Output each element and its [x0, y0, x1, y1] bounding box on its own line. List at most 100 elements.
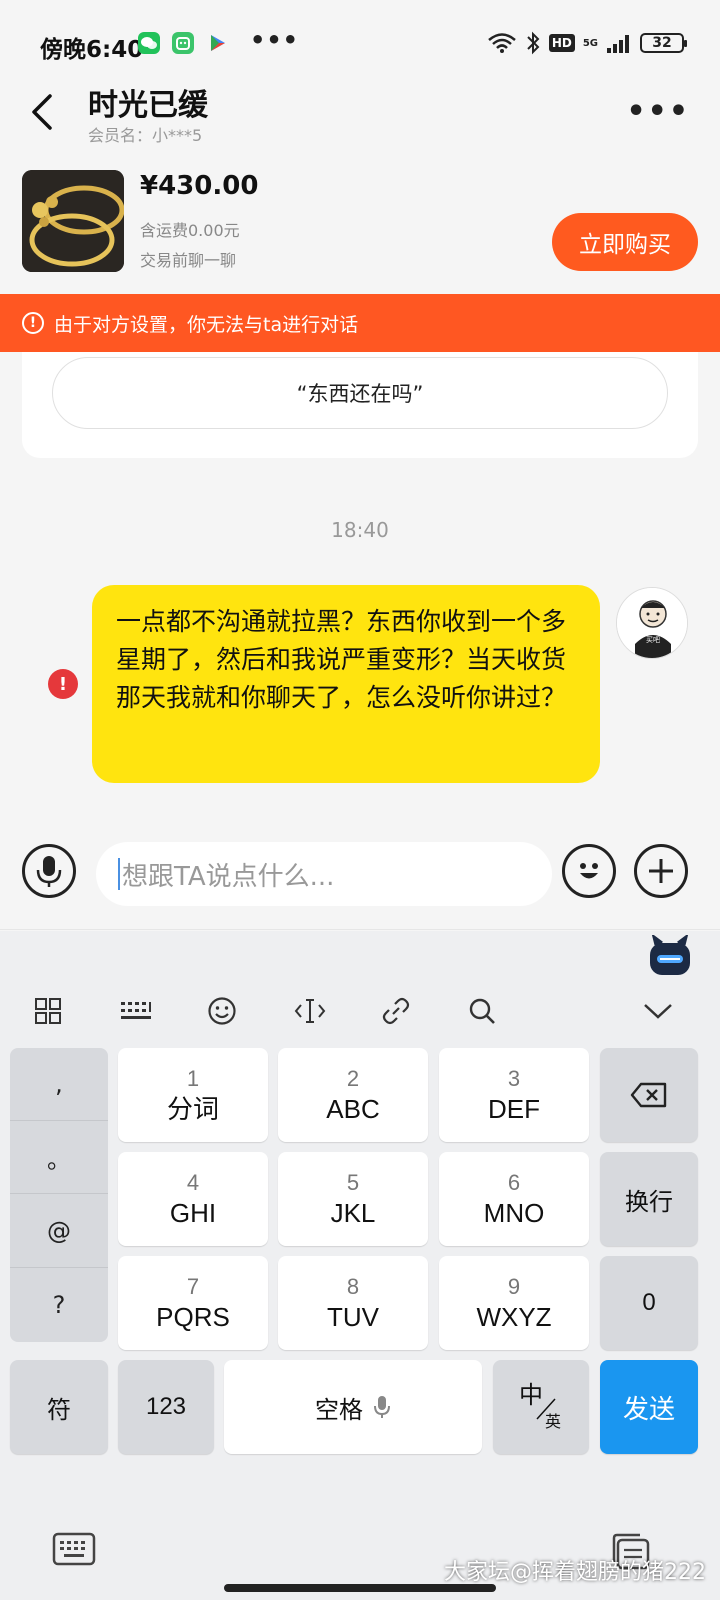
key-2[interactable]: 2 ABC: [278, 1048, 428, 1142]
text-caret: [118, 858, 120, 890]
backspace-icon: [630, 1082, 667, 1108]
network-type: 5G: [582, 37, 598, 49]
app-notification-icon: [172, 32, 194, 54]
punct-key[interactable]: ?: [10, 1268, 108, 1341]
buy-now-button[interactable]: 立即购买: [552, 213, 698, 271]
product-card[interactable]: ¥430.00 含运费0.00元 交易前聊一聊 立即购买: [0, 165, 720, 285]
key-letters: ABC: [326, 1094, 380, 1124]
key-5[interactable]: 5 JKL: [278, 1152, 428, 1246]
message-input-placeholder: 想跟TA说点什么...: [122, 861, 335, 892]
send-button[interactable]: 发送: [600, 1360, 698, 1454]
product-price: ¥430.00: [140, 171, 259, 201]
key-8[interactable]: 8 TUV: [278, 1256, 428, 1350]
key-4[interactable]: 4 GHI: [118, 1152, 268, 1246]
grid-icon: [35, 998, 61, 1024]
punct-key[interactable]: ,: [10, 1048, 108, 1121]
space-label: 空格: [315, 1396, 363, 1424]
keyboard-layout-button[interactable]: [116, 991, 156, 1031]
key-6[interactable]: 6 MNO: [439, 1152, 589, 1246]
quick-reply-card: “东西还在吗”: [22, 352, 698, 458]
key-3[interactable]: 3 DEF: [439, 1048, 589, 1142]
page-title: 时光已缓: [88, 88, 208, 123]
avatar[interactable]: 买吧: [616, 587, 688, 659]
clipboard-link-button[interactable]: [376, 991, 416, 1031]
punct-key[interactable]: 。: [10, 1121, 108, 1194]
key-1[interactable]: 1 分词: [118, 1048, 268, 1142]
apps-grid-button[interactable]: [28, 991, 68, 1031]
key-number: 8: [346, 1274, 360, 1299]
warning-text: 由于对方设置，你无法与ta进行对话: [54, 313, 359, 336]
wechat-icon: [138, 32, 160, 54]
newline-key[interactable]: 换行: [600, 1152, 698, 1246]
keyboard-emoji-button[interactable]: [202, 991, 242, 1031]
chat-header: 时光已缓 会员名：小***5 •••: [0, 80, 720, 150]
add-attachment-button[interactable]: [634, 844, 688, 898]
hd-icon: HD: [548, 34, 575, 52]
status-bar: 傍晚6:40 ••• HD 5G 32: [0, 0, 720, 86]
quick-reply-button[interactable]: “东西还在吗”: [52, 357, 668, 429]
numbers-key[interactable]: 123: [118, 1360, 214, 1454]
message-timestamp: 18:40: [331, 518, 389, 542]
keyboard-search-button[interactable]: [462, 991, 502, 1031]
avatar-caption: 买吧: [646, 636, 660, 644]
status-time: 傍晚6:40: [40, 37, 144, 63]
message-input[interactable]: 想跟TA说点什么...: [96, 842, 552, 906]
backspace-key[interactable]: [600, 1048, 698, 1142]
key-letters: WXYZ: [476, 1302, 552, 1332]
play-store-icon: [206, 32, 228, 54]
plus-icon: [649, 859, 673, 883]
voice-button[interactable]: [22, 844, 76, 898]
warning-icon: !: [22, 312, 44, 334]
battery-icon: 32: [640, 33, 687, 53]
more-notifications-icon: •••: [250, 26, 300, 54]
emoji-icon: [580, 863, 598, 879]
more-options-button[interactable]: •••: [626, 94, 690, 129]
key-letters: DEF: [488, 1094, 540, 1124]
lang-top-label: 中: [519, 1381, 543, 1409]
message-bubble[interactable]: 一点都不沟通就拉黑？东西你收到一个多星期了，然后和我说严重变形？当天收货那天我就…: [92, 585, 600, 783]
send-failed-icon[interactable]: !: [48, 669, 78, 699]
key-number: 5: [346, 1170, 360, 1195]
punct-key[interactable]: @: [10, 1195, 108, 1268]
zero-key[interactable]: 0: [600, 1256, 698, 1350]
keyboard: , 。 @ ? 1 分词 2 ABC 3 DEF 4 GHI 5 JKL 6 M…: [0, 931, 720, 1600]
back-arrow-icon: [32, 94, 52, 130]
key-number: 1: [186, 1066, 200, 1091]
space-key[interactable]: 空格: [224, 1360, 482, 1454]
emoji-button[interactable]: [562, 844, 616, 898]
collapse-keyboard-button[interactable]: [638, 991, 678, 1031]
microphone-icon: [374, 1396, 390, 1418]
microphone-icon: [36, 856, 62, 887]
search-icon: [469, 998, 495, 1024]
blocked-warning-banner: ! 由于对方设置，你无法与ta进行对话: [0, 294, 720, 352]
chevron-down-icon: [644, 1004, 672, 1019]
key-letters: TUV: [327, 1302, 379, 1332]
key-number: 3: [507, 1066, 521, 1091]
keyboard-icon: [52, 1532, 96, 1566]
bluetooth-icon: [527, 31, 540, 55]
member-name: 会员名：小***5: [88, 126, 203, 145]
keyboard-assistant-icon[interactable]: [648, 933, 692, 979]
key-7[interactable]: 7 PQRS: [118, 1256, 268, 1350]
cursor-move-button[interactable]: [290, 991, 330, 1031]
key-number: 2: [346, 1066, 360, 1091]
product-image[interactable]: [22, 170, 124, 272]
key-number: 4: [186, 1170, 200, 1195]
language-switch-key[interactable]: 中 英: [493, 1360, 589, 1454]
system-icons: HD 5G 32: [487, 30, 687, 56]
back-button[interactable]: [28, 92, 58, 132]
punctuation-column: , 。 @ ?: [10, 1048, 108, 1342]
key-number: 9: [507, 1274, 521, 1299]
smiley-icon: [208, 997, 236, 1025]
symbols-key[interactable]: 符: [10, 1360, 108, 1454]
chat-hint: 交易前聊一聊: [140, 251, 237, 270]
keyboard-switch-button[interactable]: [52, 1532, 96, 1572]
wifi-icon: [488, 33, 516, 53]
keyboard-toolbar: [0, 981, 720, 1041]
key-letters: 分词: [166, 1094, 219, 1124]
link-icon: [382, 997, 410, 1025]
key-letters: MNO: [483, 1198, 545, 1228]
key-letters: GHI: [169, 1198, 217, 1228]
keyboard-layout-icon: [121, 1002, 151, 1019]
key-9[interactable]: 9 WXYZ: [439, 1256, 589, 1350]
